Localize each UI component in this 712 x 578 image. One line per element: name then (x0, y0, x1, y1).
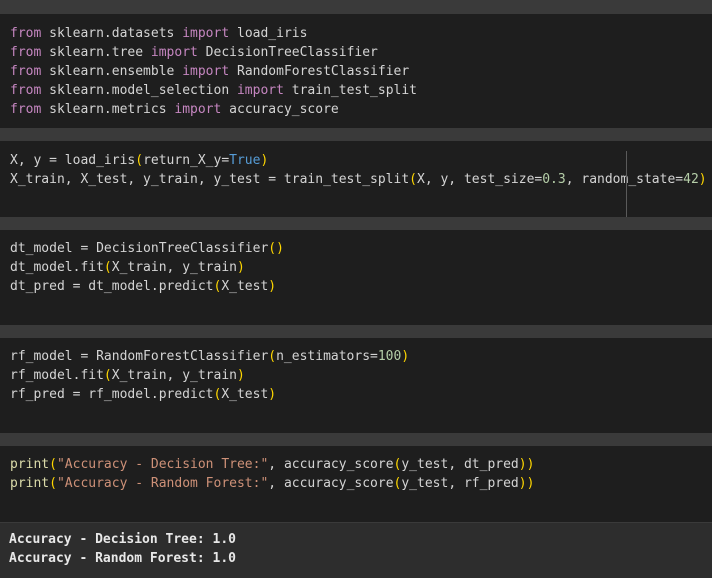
string-token: "Accuracy - Random Forest:" (56, 476, 269, 491)
code-line[interactable]: X_train, X_test, y_train, y_test = train… (10, 170, 712, 189)
code-line[interactable]: dt_pred = dt_model.predict(X_test) (10, 277, 712, 296)
code-token: X_train, X_test, y_train, y_test = train… (10, 172, 410, 187)
code-token: X, y = load_iris (10, 153, 136, 168)
code-token: DecisionTreeClassifier (197, 45, 378, 60)
code-cell-imports[interactable]: from sklearn.datasets import load_iris fr… (0, 14, 712, 128)
bracket-token: ( (103, 368, 112, 383)
number-token: 100 (377, 349, 402, 364)
code-token: X_test (221, 387, 269, 402)
keyword-token: from (10, 64, 42, 79)
code-line[interactable]: rf_pred = rf_model.predict(X_test) (10, 385, 712, 404)
code-token: rf_model = RandomForestClassifier (10, 349, 269, 364)
bracket-token: ( (268, 349, 277, 364)
code-line[interactable]: dt_model.fit(X_train, y_train) (10, 258, 712, 277)
code-token: n_estimators= (276, 349, 378, 364)
keyword-token: import (236, 83, 284, 98)
code-token: rf_pred = rf_model.predict (10, 387, 214, 402)
bracket-token: ) (236, 368, 245, 383)
boolean-token: True (229, 153, 261, 168)
code-token: X, y, test_size= (417, 172, 543, 187)
keyword-token: from (10, 26, 42, 41)
code-token: y_test, rf_pred (401, 476, 519, 491)
code-token: sklearn.tree (41, 45, 151, 60)
bracket-token: () (268, 241, 284, 256)
code-line[interactable]: rf_model.fit(X_train, y_train) (10, 366, 712, 385)
bracket-token: ) (698, 172, 707, 187)
function-token: print (10, 476, 50, 491)
code-line[interactable]: from sklearn.metrics import accuracy_sco… (10, 100, 712, 119)
bracket-token: ( (49, 476, 57, 491)
keyword-token: import (150, 45, 198, 60)
code-line[interactable]: dt_model = DecisionTreeClassifier() (10, 239, 712, 258)
code-line[interactable]: X, y = load_iris(return_X_y=True) (10, 151, 712, 170)
bracket-token: ( (103, 260, 112, 275)
bracket-token: ) (401, 349, 410, 364)
code-cell-print-accuracy[interactable]: print("Accuracy - Decision Tree:", accur… (0, 446, 712, 522)
cursor-line (626, 151, 627, 217)
keyword-token: import (182, 64, 230, 79)
code-line[interactable]: print("Accuracy - Decision Tree:", accur… (10, 455, 712, 474)
code-token: sklearn.ensemble (41, 64, 183, 79)
code-token: dt_model.fit (10, 260, 104, 275)
bracket-token: ) (268, 387, 277, 402)
code-token: RandomForestClassifier (229, 64, 410, 79)
keyword-token: from (10, 102, 42, 117)
bracket-token: ( (409, 172, 417, 187)
code-line[interactable]: from sklearn.datasets import load_iris (10, 24, 712, 43)
code-token: accuracy_score (221, 102, 339, 117)
code-line[interactable]: from sklearn.ensemble import RandomFores… (10, 62, 712, 81)
keyword-token: import (182, 26, 230, 41)
output-line: Accuracy - Random Forest: 1.0 (9, 551, 236, 566)
bracket-token: ) (260, 153, 269, 168)
code-cell-decision-tree[interactable]: dt_model = DecisionTreeClassifier() dt_mo… (0, 230, 712, 325)
bracket-token: ( (49, 457, 57, 472)
function-token: print (10, 457, 50, 472)
code-token: train_test_split (283, 83, 418, 98)
bracket-token: ( (135, 153, 144, 168)
bracket-token: )) (518, 476, 535, 491)
code-token: , accuracy_score (268, 457, 394, 472)
code-token: X_train, y_train (111, 368, 237, 383)
output-line: Accuracy - Decision Tree: 1.0 (9, 532, 236, 547)
bracket-token: ) (268, 279, 277, 294)
code-token: X_train, y_train (111, 260, 237, 275)
bracket-token: )) (518, 457, 535, 472)
keyword-token: from (10, 45, 42, 60)
code-cell-data-split[interactable]: X, y = load_iris(return_X_y=True) X_train… (0, 141, 712, 217)
code-token: X_test (221, 279, 269, 294)
code-line[interactable]: from sklearn.tree import DecisionTreeCla… (10, 43, 712, 62)
code-token: sklearn.model_selection (41, 83, 237, 98)
code-token: sklearn.datasets (41, 26, 183, 41)
number-token: 42 (683, 172, 699, 187)
code-line[interactable]: print("Accuracy - Random Forest:", accur… (10, 474, 712, 493)
cell-output: Accuracy - Decision Tree: 1.0 Accuracy -… (0, 523, 712, 578)
code-token: , random_state= (565, 172, 684, 187)
code-line[interactable]: from sklearn.model_selection import trai… (10, 81, 712, 100)
number-token: 0.3 (542, 172, 566, 187)
code-token: sklearn.metrics (41, 102, 175, 117)
code-token: rf_model.fit (10, 368, 104, 383)
string-token: "Accuracy - Decision Tree:" (56, 457, 269, 472)
code-token: dt_pred = dt_model.predict (10, 279, 214, 294)
keyword-token: import (174, 102, 222, 117)
code-token: dt_model = DecisionTreeClassifier (10, 241, 269, 256)
bracket-token: ) (236, 260, 245, 275)
code-token: load_iris (229, 26, 308, 41)
keyword-token: from (10, 83, 42, 98)
code-line[interactable]: rf_model = RandomForestClassifier(n_esti… (10, 347, 712, 366)
code-token: , accuracy_score (268, 476, 394, 491)
code-token: return_X_y= (143, 153, 230, 168)
code-token: y_test, dt_pred (401, 457, 519, 472)
code-cell-random-forest[interactable]: rf_model = RandomForestClassifier(n_esti… (0, 338, 712, 433)
